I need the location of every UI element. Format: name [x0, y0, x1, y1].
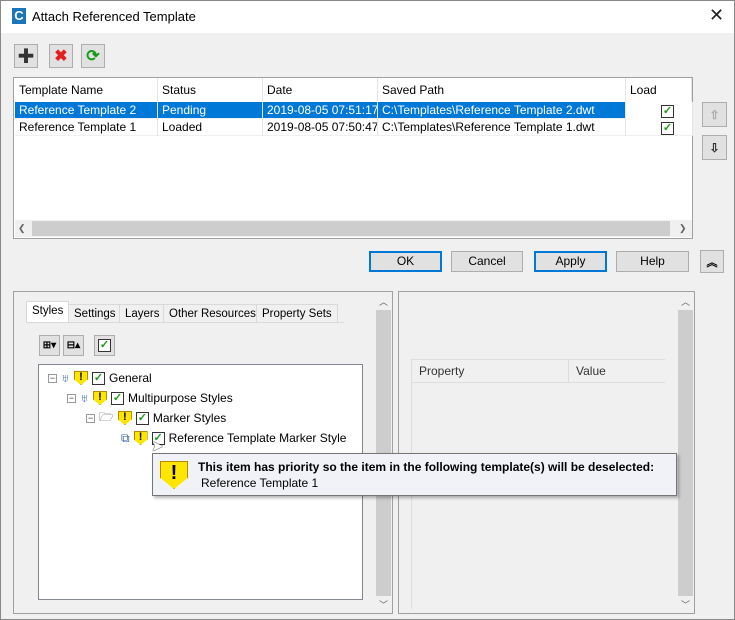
- window-title: Attach Referenced Template: [32, 9, 196, 24]
- red-x-icon: ✖: [54, 48, 68, 65]
- column-header[interactable]: Template Name: [15, 78, 158, 101]
- cell-load: ✓: [626, 119, 693, 136]
- refresh-button[interactable]: ⟳: [81, 44, 105, 68]
- cell-name: Reference Template 2: [15, 102, 158, 119]
- cell-name: Reference Template 1: [15, 119, 158, 136]
- collapse-icon[interactable]: −: [86, 413, 95, 423]
- column-header[interactable]: Status: [158, 78, 263, 101]
- move-down-button[interactable]: ⇩: [702, 135, 727, 160]
- tab-underline: [26, 322, 344, 323]
- table-row[interactable]: Reference Template 2 Pending 2019-08-05 …: [15, 102, 693, 119]
- collapse-icon[interactable]: −: [48, 373, 57, 383]
- cell-path: C:\Templates\Reference Template 1.dwt: [378, 119, 626, 136]
- property-header[interactable]: Property: [412, 360, 569, 383]
- remove-template-button[interactable]: ✖: [49, 44, 73, 68]
- scroll-left-icon[interactable]: ❮: [18, 223, 26, 234]
- value-header[interactable]: Value: [569, 360, 665, 383]
- load-checkbox[interactable]: ✓: [661, 122, 674, 135]
- plus-icon: ✚: [17, 45, 35, 68]
- node-label: Reference Template Marker Style: [168, 431, 347, 445]
- cell-load: ✓: [626, 102, 693, 119]
- style-group-icon: ♅: [61, 371, 70, 385]
- scroll-down-icon[interactable]: ﹀: [681, 598, 690, 611]
- horizontal-scrollbar[interactable]: ❮ ❯: [15, 220, 692, 237]
- tab-styles[interactable]: Styles: [26, 301, 70, 323]
- checkbox-icon: ✓: [98, 339, 111, 352]
- help-button[interactable]: Help: [616, 251, 689, 272]
- collapse-icon[interactable]: −: [67, 393, 76, 403]
- scroll-down-icon[interactable]: ﹀: [379, 598, 388, 611]
- app-icon: C: [12, 8, 26, 24]
- scroll-right-icon[interactable]: ❯: [679, 223, 687, 234]
- scroll-up-icon[interactable]: ︿: [681, 295, 690, 308]
- load-checkbox[interactable]: ✓: [661, 105, 674, 118]
- apply-button[interactable]: Apply: [534, 251, 607, 272]
- column-header[interactable]: Load: [626, 78, 692, 101]
- collapse-tree-icon: ⊟▴: [66, 340, 81, 351]
- open-folder-icon: 🗁: [99, 409, 114, 424]
- expand-tree-icon: ⊞▾: [42, 340, 57, 351]
- cancel-button[interactable]: Cancel: [451, 251, 523, 272]
- warning-icon: !: [160, 461, 188, 489]
- title-bar: C Attach Referenced Template ✕: [1, 1, 734, 33]
- collapse-all-button[interactable]: ⊟▴: [63, 335, 84, 356]
- tab-property-sets[interactable]: Property Sets: [256, 304, 338, 322]
- refresh-icon: ⟳: [86, 48, 100, 65]
- marker-style-icon: ⧉: [121, 430, 130, 445]
- cell-status: Loaded: [158, 119, 263, 136]
- tab-settings[interactable]: Settings: [68, 304, 122, 322]
- tree-node[interactable]: − 🗁 ! ✓ Marker Styles: [86, 409, 226, 427]
- cell-status: Pending: [158, 102, 263, 119]
- column-header[interactable]: Date: [263, 78, 378, 101]
- warning-icon: !: [133, 431, 148, 445]
- node-label: Marker Styles: [152, 411, 227, 425]
- ok-button[interactable]: OK: [369, 251, 442, 272]
- node-checkbox[interactable]: ✓: [135, 411, 149, 425]
- tree-node[interactable]: − ♅ ! ✓ Multipurpose Styles: [67, 389, 233, 407]
- right-vertical-scrollbar[interactable]: ︿ ﹀: [677, 292, 694, 613]
- cell-date: 2019-08-05 07:50:47: [263, 119, 378, 136]
- warning-icon: !: [74, 371, 88, 385]
- expand-all-button[interactable]: ⊞▾: [39, 335, 60, 356]
- arrow-up-icon: ⇧: [709, 107, 720, 122]
- tooltip-title: This item has priority so the item in th…: [198, 460, 655, 474]
- scrollbar-thumb[interactable]: [678, 310, 693, 596]
- double-chevron-up-icon: ︽: [706, 256, 718, 269]
- arrow-down-icon: ⇩: [709, 140, 720, 155]
- table-row[interactable]: Reference Template 1 Loaded 2019-08-05 0…: [15, 119, 693, 136]
- tree-node[interactable]: − ♅ ! ✓ General: [48, 369, 152, 387]
- move-up-button[interactable]: ⇧: [702, 102, 727, 127]
- add-template-button[interactable]: ✚: [14, 44, 38, 68]
- style-group-icon: ♅: [80, 391, 89, 405]
- warning-icon: !: [93, 391, 107, 405]
- node-checkbox[interactable]: ✓: [92, 371, 105, 385]
- template-table: Template Name Status Date Saved Path Loa…: [13, 77, 693, 239]
- node-label: Multipurpose Styles: [128, 391, 233, 405]
- warning-icon: !: [117, 411, 132, 425]
- tab-other-resources[interactable]: Other Resources: [163, 304, 262, 322]
- scrollbar-thumb[interactable]: [32, 221, 670, 236]
- tooltip-detail: Reference Template 1: [201, 476, 319, 490]
- priority-tooltip: ! This item has priority so the item in …: [152, 453, 677, 496]
- collapse-button[interactable]: ︽: [700, 250, 724, 273]
- cell-date: 2019-08-05 07:51:17: [263, 102, 378, 119]
- cell-path: C:\Templates\Reference Template 2.dwt: [378, 102, 626, 119]
- node-label: General: [109, 371, 152, 385]
- tab-layers[interactable]: Layers: [119, 304, 166, 322]
- scroll-up-icon[interactable]: ︿: [379, 295, 388, 308]
- node-checkbox[interactable]: ✓: [111, 391, 124, 405]
- column-header[interactable]: Saved Path: [378, 78, 626, 101]
- close-icon[interactable]: ✕: [709, 5, 724, 26]
- check-all-button[interactable]: ✓: [94, 335, 115, 356]
